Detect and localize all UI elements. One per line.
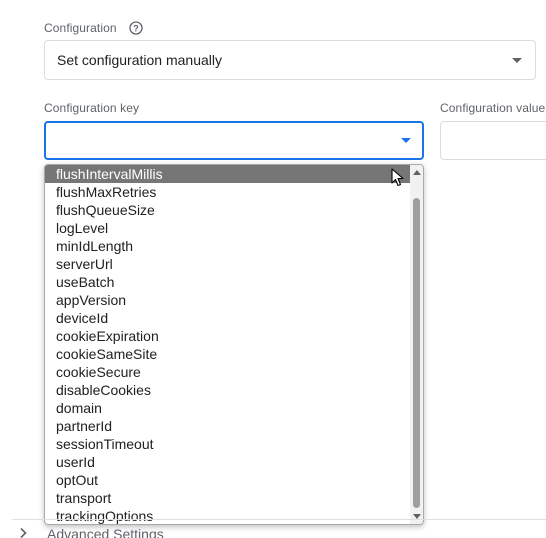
configuration-panel: Configuration ? Set configuration manual… [0, 0, 546, 538]
dropdown-option[interactable]: userId [45, 453, 411, 471]
dropdown-option[interactable]: flushMaxRetries [45, 183, 411, 201]
svg-text:?: ? [133, 23, 139, 33]
dropdown-option[interactable]: transport [45, 489, 411, 507]
dropdown-scrollbar[interactable] [410, 165, 423, 524]
help-circle-icon[interactable]: ? [129, 21, 143, 35]
configuration-value-label: Configuration value [440, 101, 546, 115]
dropdown-option[interactable]: trackingOptions [45, 507, 411, 524]
dropdown-option[interactable]: serverUrl [45, 255, 411, 273]
dropdown-option[interactable]: disableCookies [45, 381, 411, 399]
dropdown-option-list: flushIntervalMillis flushMaxRetries flus… [45, 165, 411, 524]
configuration-key-dropdown[interactable]: flushIntervalMillis flushMaxRetries flus… [44, 164, 424, 525]
configuration-select[interactable]: Set configuration manually [44, 40, 536, 80]
configuration-value-input[interactable] [440, 121, 546, 160]
dropdown-option[interactable]: cookieSecure [45, 363, 411, 381]
section-divider [12, 519, 546, 520]
dropdown-option[interactable]: minIdLength [45, 237, 411, 255]
configuration-label: Configuration [44, 21, 117, 35]
dropdown-option[interactable]: partnerId [45, 417, 411, 435]
chevron-down-icon [512, 58, 522, 63]
dropdown-option[interactable]: flushIntervalMillis [45, 165, 411, 183]
dropdown-option[interactable]: useBatch [45, 273, 411, 291]
chevron-right-icon[interactable] [18, 527, 28, 538]
configuration-key-input[interactable] [44, 121, 424, 160]
advanced-settings-toggle[interactable]: Advanced Settings [47, 526, 164, 538]
configuration-select-value: Set configuration manually [57, 52, 222, 68]
dropdown-option[interactable]: optOut [45, 471, 411, 489]
dropdown-option[interactable]: deviceId [45, 309, 411, 327]
dropdown-option[interactable]: cookieExpiration [45, 327, 411, 345]
mouse-pointer-icon [391, 168, 404, 187]
scrollbar-thumb[interactable] [413, 198, 420, 508]
dropdown-option[interactable]: appVersion [45, 291, 411, 309]
dropdown-option[interactable]: sessionTimeout [45, 435, 411, 453]
scroll-up-arrow-icon[interactable] [413, 170, 421, 175]
dropdown-option[interactable]: flushQueueSize [45, 201, 411, 219]
chevron-down-icon [401, 138, 411, 143]
dropdown-option[interactable]: cookieSameSite [45, 345, 411, 363]
dropdown-option[interactable]: logLevel [45, 219, 411, 237]
configuration-key-label: Configuration key [44, 101, 140, 115]
dropdown-option[interactable]: domain [45, 399, 411, 417]
